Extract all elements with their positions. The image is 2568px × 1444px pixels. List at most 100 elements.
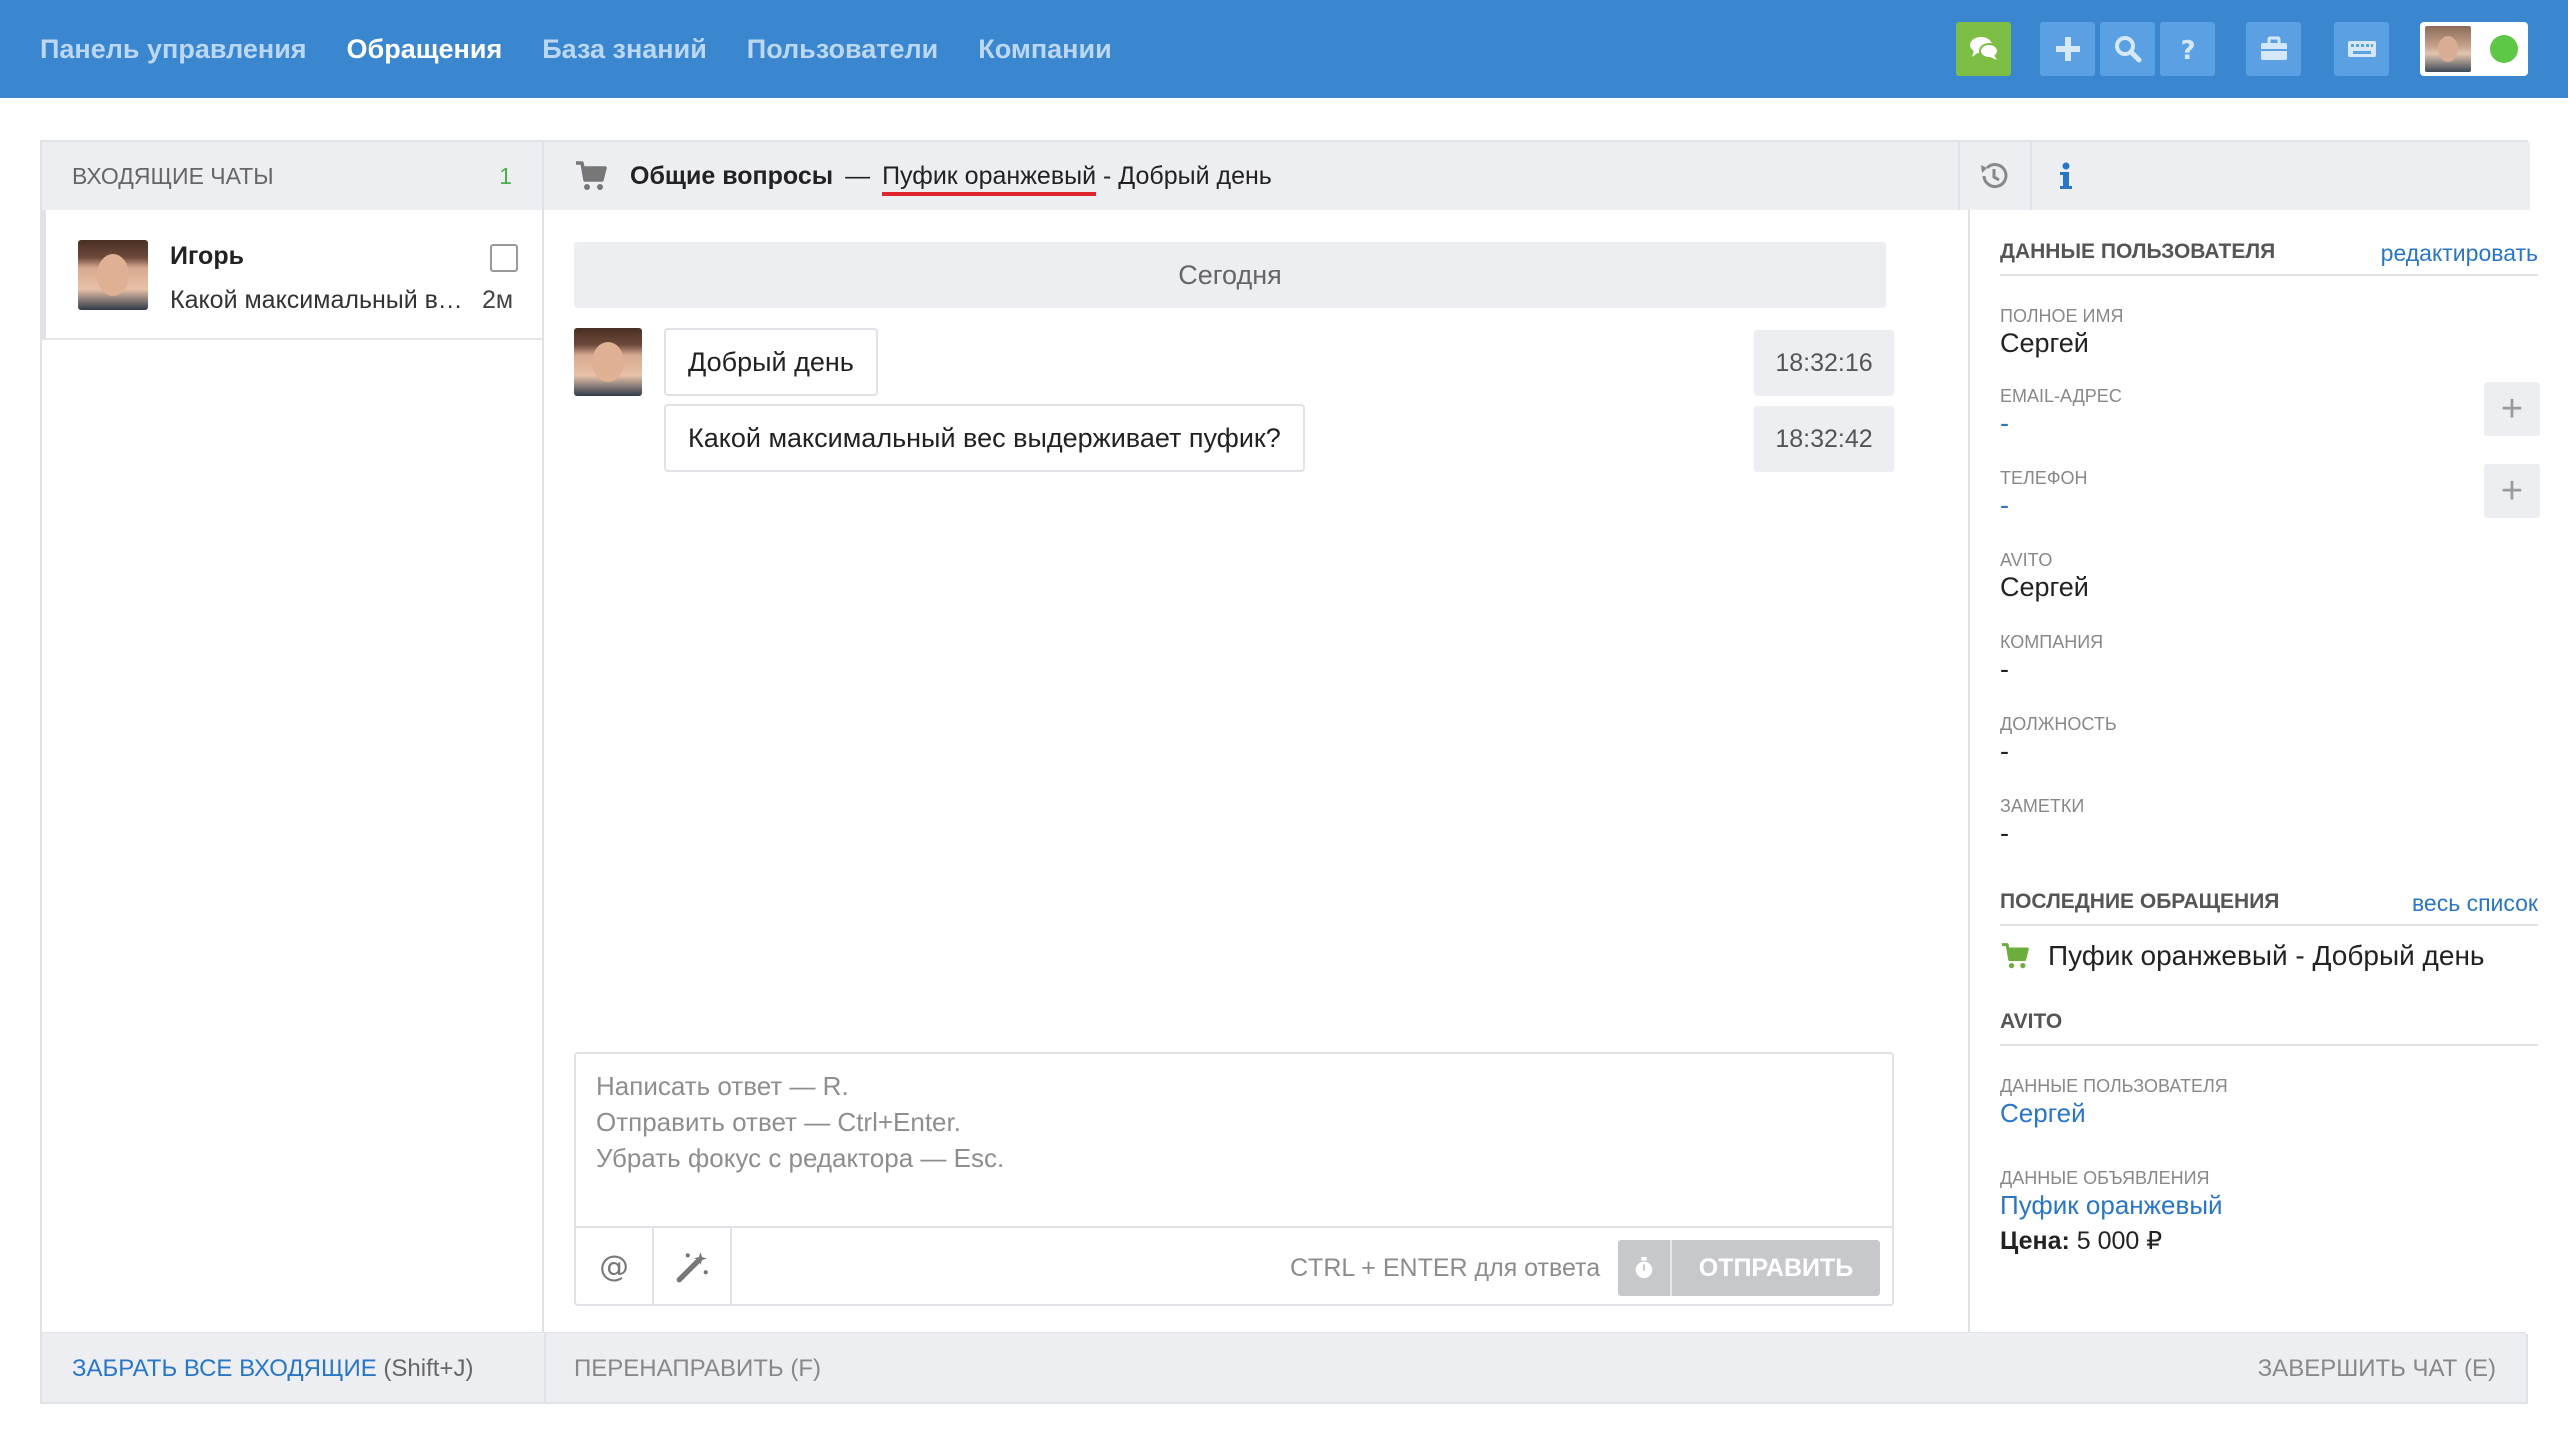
recent-ticket-title: Пуфик оранжевый - Добрый день bbox=[2048, 940, 2485, 971]
reply-editor[interactable]: Написать ответ — R. Отправить ответ — Ct… bbox=[574, 1052, 1894, 1306]
search-icon bbox=[2114, 36, 2141, 63]
nav-item-knowledge-base[interactable]: База знаний bbox=[542, 34, 707, 65]
message-time: 18:32:42 bbox=[1754, 406, 1894, 472]
history-icon bbox=[1981, 163, 2008, 189]
full-name-label: Полное имя bbox=[2000, 306, 2124, 326]
magic-wand-icon bbox=[676, 1252, 708, 1283]
incoming-chats-count: 1 bbox=[499, 162, 512, 189]
message-bubble: Какой максимальный вес выдерживает пуфик… bbox=[664, 404, 1305, 472]
email-label: Email-адрес bbox=[2000, 386, 2122, 406]
reply-placeholder[interactable]: Написать ответ — R. Отправить ответ — Ct… bbox=[596, 1068, 1004, 1176]
info-icon bbox=[2060, 162, 2072, 189]
company-label: Компания bbox=[2000, 632, 2104, 652]
add-email-button[interactable]: + bbox=[2484, 382, 2540, 436]
nav-item-tickets[interactable]: Обращения bbox=[347, 34, 503, 65]
send-button[interactable]: ОТПРАВИТЬ bbox=[1672, 1240, 1880, 1296]
avito-user-link[interactable]: Сергей bbox=[2000, 1098, 2086, 1129]
incoming-chats-header: Входящие чаты 1 bbox=[42, 142, 542, 210]
ad-data-label: Данные объявления bbox=[2000, 1168, 2210, 1188]
shopping-cart-icon bbox=[2001, 943, 2029, 969]
chat-avatar bbox=[78, 240, 148, 310]
chat-contact-name: Игорь bbox=[170, 242, 244, 270]
chat-select-checkbox[interactable] bbox=[490, 244, 518, 272]
chat-bubbles-icon bbox=[1969, 37, 1999, 60]
day-separator: Сегодня bbox=[574, 242, 1886, 308]
chats-button[interactable] bbox=[1956, 22, 2011, 76]
editor-toolbar: @ CTRL + ENTER для ответа ОТПРАВИТЬ bbox=[576, 1226, 1892, 1306]
take-all-label: ЗАБРАТЬ ВСЕ ВХОДЯЩИЕ bbox=[72, 1355, 377, 1382]
send-shortcut-hint: CTRL + ENTER для ответа bbox=[1290, 1254, 1601, 1282]
help-icon: ? bbox=[2180, 36, 2195, 66]
nav-item-dashboard[interactable]: Панель управления bbox=[40, 34, 307, 65]
plus-icon: + bbox=[2500, 470, 2524, 512]
notes-value: - bbox=[2000, 818, 2009, 848]
conversation-subject-link[interactable]: Пуфик оранжевый bbox=[882, 162, 1097, 196]
edit-user-link[interactable]: редактировать bbox=[2381, 240, 2538, 267]
conversation-subject-rest: - Добрый день bbox=[1096, 162, 1272, 190]
notes-label: Заметки bbox=[2000, 796, 2085, 816]
incoming-chats-panel: Входящие чаты 1 Игорь Какой максимальный… bbox=[42, 142, 544, 1334]
all-tickets-link[interactable]: весь список bbox=[2412, 890, 2538, 917]
conversation-header: Общие вопросы — Пуфик оранжевый - Добрый д… bbox=[544, 142, 2530, 210]
workspace-footer: ЗАБРАТЬ ВСЕ ВХОДЯЩИЕ (Shift+J) ПЕРЕНАПРА… bbox=[42, 1332, 2526, 1403]
phone-value[interactable]: - bbox=[2000, 490, 2009, 521]
conversation-title: Общие вопросы — Пуфик оранжевый - Добрый д… bbox=[630, 162, 1272, 196]
message-bubble: Добрый день bbox=[664, 328, 878, 396]
recent-tickets-header: Последние обращения весь список bbox=[2000, 890, 2538, 926]
templates-button[interactable] bbox=[654, 1228, 732, 1306]
user-menu[interactable] bbox=[2420, 22, 2528, 76]
online-status-indicator bbox=[2490, 35, 2518, 63]
chat-time: 2м bbox=[482, 286, 514, 314]
price-value: 5 000 ₽ bbox=[2076, 1227, 2163, 1255]
plus-icon bbox=[2055, 37, 2080, 61]
email-value[interactable]: - bbox=[2000, 408, 2009, 439]
conversation-category: Общие вопросы bbox=[630, 162, 834, 190]
redirect-button[interactable]: ПЕРЕНАПРАВИТЬ (F) bbox=[574, 1355, 821, 1383]
take-all-shortcut: (Shift+J) bbox=[383, 1355, 474, 1382]
nav-item-companies[interactable]: Компании bbox=[978, 34, 1111, 65]
ad-title-link[interactable]: Пуфик оранжевый bbox=[2000, 1190, 2223, 1221]
shopping-cart-icon bbox=[576, 161, 607, 190]
take-all-incoming-button[interactable]: ЗАБРАТЬ ВСЕ ВХОДЯЩИЕ (Shift+J) bbox=[72, 1355, 473, 1383]
create-button[interactable] bbox=[2040, 22, 2095, 76]
delayed-send-button[interactable] bbox=[1618, 1240, 1672, 1296]
user-data-title: Данные пользователя bbox=[2000, 240, 2276, 263]
avito-section-header: Avito bbox=[2000, 1010, 2538, 1046]
full-name-value: Сергей bbox=[2000, 328, 2089, 358]
chat-workspace: Входящие чаты 1 Игорь Какой максимальный… bbox=[40, 140, 2540, 1404]
chat-preview-text: Какой максимальный вес выдерживает пуфик… bbox=[170, 286, 470, 314]
help-button[interactable]: ? bbox=[2160, 22, 2215, 76]
keyboard-icon bbox=[2347, 41, 2376, 57]
message-time: 18:32:16 bbox=[1754, 330, 1894, 396]
title-separator: — bbox=[845, 162, 871, 190]
recent-ticket-item[interactable]: Пуфик оранжевый - Добрый день bbox=[2000, 940, 2485, 972]
message-avatar bbox=[574, 328, 642, 396]
price-label: Цена: bbox=[2000, 1227, 2070, 1255]
history-button[interactable] bbox=[1958, 142, 2028, 210]
svg-text:@: @ bbox=[599, 1249, 629, 1284]
phone-label: Телефон bbox=[2000, 468, 2088, 488]
workspace-button[interactable] bbox=[2246, 22, 2301, 76]
search-button[interactable] bbox=[2100, 22, 2155, 76]
position-label: Должность bbox=[2000, 714, 2117, 734]
add-phone-button[interactable]: + bbox=[2484, 464, 2540, 518]
chat-list-item[interactable]: Игорь Какой максимальный вес выдерживает… bbox=[42, 210, 542, 340]
avito-label: Avito bbox=[2000, 550, 2053, 570]
hotkeys-button[interactable] bbox=[2334, 22, 2389, 76]
mention-button[interactable]: @ bbox=[576, 1228, 654, 1306]
info-button[interactable] bbox=[2030, 142, 2100, 210]
user-data-header: Данные пользователя редактировать bbox=[2000, 240, 2538, 276]
briefcase-icon bbox=[2260, 36, 2287, 60]
recent-tickets-title: Последние обращения bbox=[2000, 890, 2280, 913]
avito-section-title: Avito bbox=[2000, 1010, 2063, 1033]
plus-icon: + bbox=[2500, 388, 2524, 430]
at-sign-icon: @ bbox=[599, 1249, 629, 1284]
svg-text:?: ? bbox=[2180, 36, 2195, 66]
finish-chat-button[interactable]: ЗАВЕРШИТЬ ЧАТ (E) bbox=[2258, 1355, 2496, 1383]
top-navigation-bar: Панель управления Обращения База знаний … bbox=[0, 0, 2568, 98]
avito-value: Сергей bbox=[2000, 572, 2089, 602]
user-info-panel: Данные пользователя редактировать Полное… bbox=[1968, 210, 2540, 1334]
company-value: - bbox=[2000, 654, 2009, 684]
nav-item-users[interactable]: Пользователи bbox=[747, 34, 938, 65]
position-value: - bbox=[2000, 736, 2009, 766]
